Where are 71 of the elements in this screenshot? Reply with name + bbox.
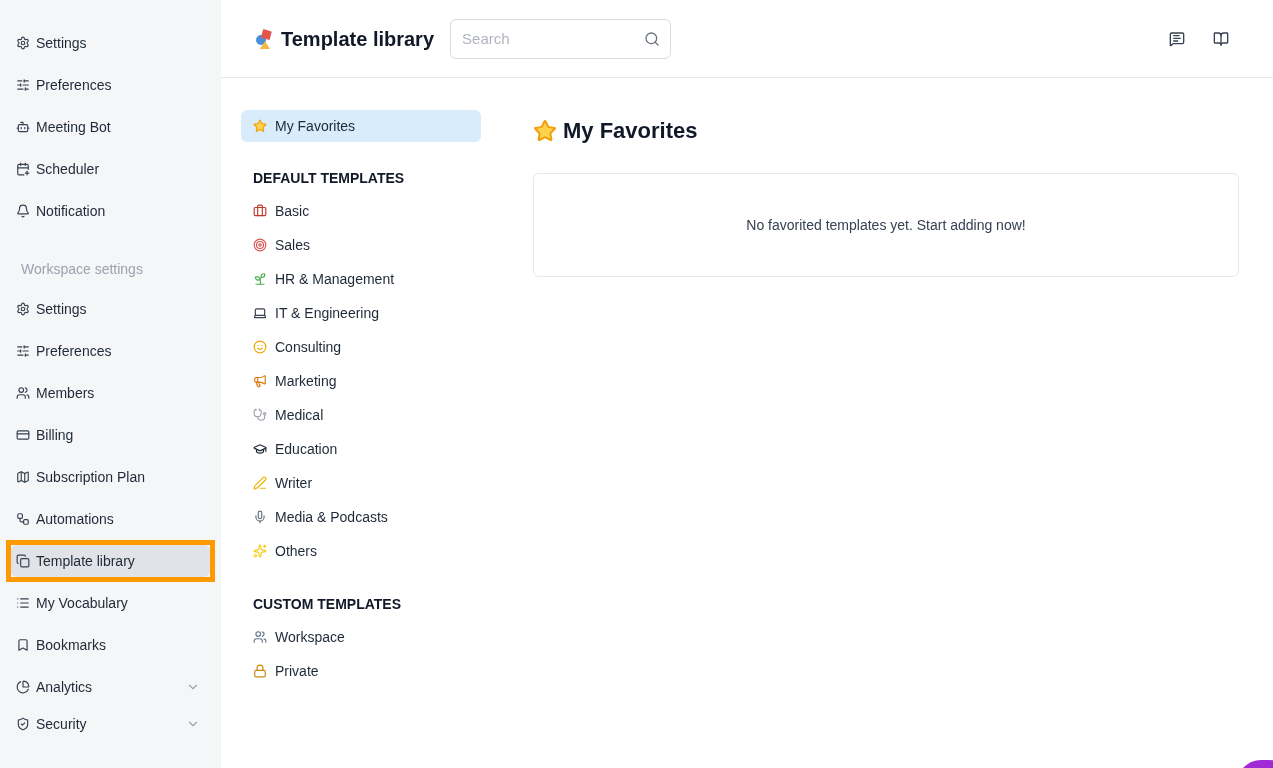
sidebar-item[interactable]: Notification xyxy=(11,195,210,227)
users-icon xyxy=(253,630,267,644)
template-category-item[interactable]: IT & Engineering xyxy=(241,296,481,330)
laptop-icon xyxy=(253,306,267,320)
bookmark-icon xyxy=(16,638,30,652)
template-category-item[interactable]: Media & Podcasts xyxy=(241,500,481,534)
calendar-icon xyxy=(16,162,30,176)
sidebar-item[interactable]: Billing xyxy=(11,419,210,451)
star-icon xyxy=(253,119,267,133)
favorites-item[interactable]: My Favorites xyxy=(241,110,481,142)
sidebar-item[interactable]: Settings xyxy=(11,27,210,59)
template-category-item[interactable]: Education xyxy=(241,432,481,466)
sidebar-item[interactable]: Preferences xyxy=(11,69,210,101)
graduation-cap-icon xyxy=(253,442,267,456)
sidebar-item[interactable]: Bookmarks xyxy=(11,629,210,661)
template-category-item[interactable]: Marketing xyxy=(241,364,481,398)
stethoscope-icon xyxy=(253,408,267,422)
sidebar-item[interactable]: My Vocabulary xyxy=(11,587,210,619)
sidebar-item[interactable]: Members xyxy=(11,377,210,409)
sidebar-item[interactable]: Automations xyxy=(11,503,210,535)
list-icon xyxy=(16,596,30,610)
star-icon xyxy=(533,118,557,143)
pie-chart-icon xyxy=(16,680,30,694)
card-icon xyxy=(16,428,30,442)
sidebar-item[interactable]: Scheduler xyxy=(11,153,210,185)
template-category-item[interactable]: Medical xyxy=(241,398,481,432)
lock-icon xyxy=(253,664,267,678)
sidebar-item[interactable]: Preferences xyxy=(11,335,210,367)
bot-icon xyxy=(16,120,30,134)
chat-icon xyxy=(1169,30,1185,47)
sidebar-item[interactable]: Subscription Plan xyxy=(11,461,210,493)
section-heading: Workspace settings xyxy=(20,259,144,279)
template-category-item[interactable]: Workspace xyxy=(241,620,481,654)
gear-icon xyxy=(16,302,30,316)
sidebar-item[interactable]: Template library xyxy=(11,545,210,577)
content-title: My Favorites xyxy=(563,117,698,145)
target-icon xyxy=(253,238,267,252)
template-category-item[interactable]: Private xyxy=(241,654,481,688)
copy-icon xyxy=(16,554,30,568)
template-category-item[interactable]: Writer xyxy=(241,466,481,500)
sparkles-icon xyxy=(253,544,267,558)
template-category-item[interactable]: Others xyxy=(241,534,481,568)
sliders-icon xyxy=(16,78,30,92)
megaphone-icon xyxy=(253,374,267,388)
book-icon xyxy=(1213,30,1229,47)
search-field[interactable]: Search xyxy=(450,18,672,59)
users-icon xyxy=(16,386,30,400)
microphone-icon xyxy=(253,510,267,524)
sidebar-item[interactable]: Meeting Bot xyxy=(11,111,210,143)
sliders-icon xyxy=(16,344,30,358)
gear-icon xyxy=(16,36,30,50)
sidebar-item[interactable]: Security xyxy=(11,708,210,740)
sidebar-item[interactable]: Settings xyxy=(11,293,210,325)
template-category-item[interactable]: Basic xyxy=(241,194,481,228)
page-title: Template library xyxy=(281,26,435,52)
face-icon xyxy=(253,340,267,354)
briefcase-icon xyxy=(253,204,267,218)
bell-icon xyxy=(16,204,30,218)
section-heading: DEFAULT TEMPLATES xyxy=(252,168,406,188)
template-category-item[interactable]: Sales xyxy=(241,228,481,262)
pen-icon xyxy=(253,476,267,490)
sidebar-item[interactable]: Analytics xyxy=(11,671,210,703)
workflow-icon xyxy=(16,512,30,526)
empty-message: No favorited templates yet. Start adding now! xyxy=(746,215,1026,235)
search-icon xyxy=(644,30,661,47)
map-icon xyxy=(16,470,30,484)
template-category-item[interactable]: HR & Management xyxy=(241,262,481,296)
template-category-item[interactable]: Consulting xyxy=(241,330,481,364)
section-heading: CUSTOM TEMPLATES xyxy=(252,594,403,614)
shield-icon xyxy=(16,717,30,731)
sprout-icon xyxy=(253,272,267,286)
